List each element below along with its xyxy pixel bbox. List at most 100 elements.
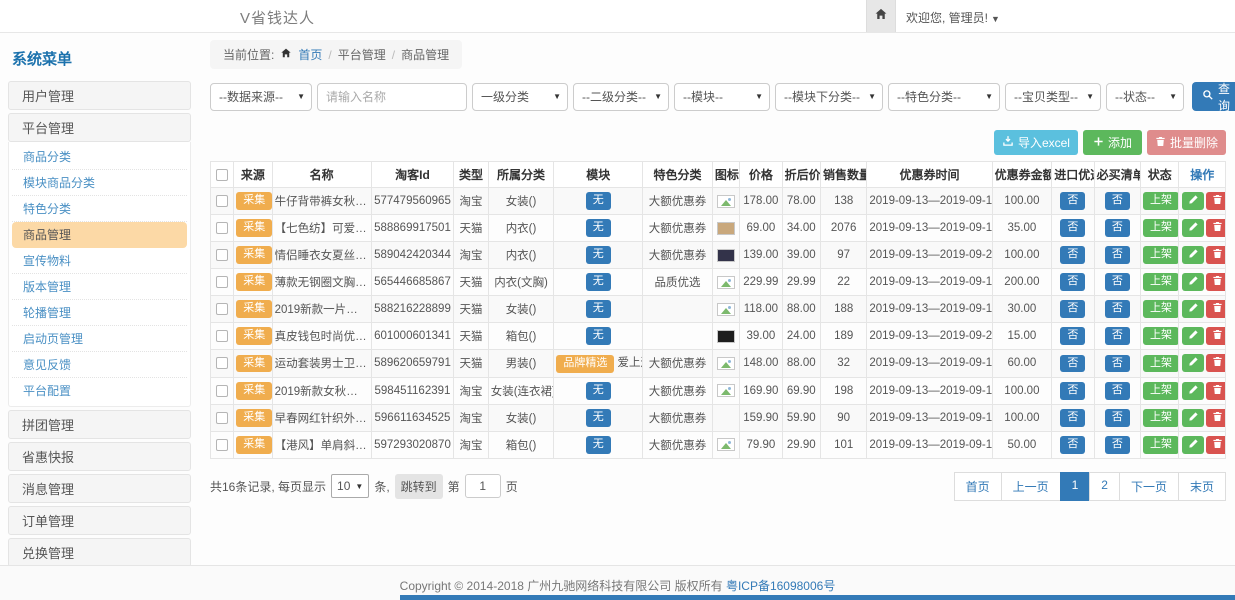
filter-select[interactable]: --模块--▼ [674,83,770,111]
sidebar-item[interactable]: 宣传物料 [12,248,187,274]
sidebar-group[interactable]: 拼团管理 [8,410,191,439]
delete-button[interactable] [1206,436,1225,454]
must-buy-badge[interactable]: 否 [1105,246,1130,264]
sidebar-item[interactable]: 轮播管理 [12,300,187,326]
row-checkbox[interactable] [216,222,228,234]
sidebar-item[interactable]: 意见反馈 [12,352,187,378]
page-button[interactable]: 首页 [954,472,1002,501]
delete-button[interactable] [1206,327,1225,345]
add-button[interactable]: 添加 [1083,130,1142,155]
import-select-badge[interactable]: 否 [1060,409,1085,427]
delete-button[interactable] [1206,354,1225,372]
import-select-badge[interactable]: 否 [1060,246,1085,264]
delete-button[interactable] [1206,246,1225,264]
status-badge[interactable]: 上架 [1143,355,1179,373]
filter-select[interactable]: --二级分类--▼ [573,83,669,111]
filter-select[interactable]: 一级分类▼ [472,83,568,111]
must-buy-badge[interactable]: 否 [1105,327,1130,345]
delete-button[interactable] [1206,192,1225,210]
query-button[interactable]: 查询 [1192,82,1235,111]
edit-button[interactable] [1182,382,1204,400]
jump-button[interactable]: 跳转到 [395,474,443,499]
edit-button[interactable] [1182,436,1204,454]
bottom-scrollbar[interactable] [400,595,1235,600]
select-all-checkbox[interactable] [216,169,228,181]
sidebar-item[interactable]: 启动页管理 [12,326,187,352]
status-badge[interactable]: 上架 [1143,436,1179,454]
page-button[interactable]: 下一页 [1119,472,1179,501]
per-page-select[interactable]: 10▼ [331,474,369,498]
filter-select[interactable]: --特色分类--▼ [888,83,1000,111]
row-checkbox[interactable] [216,249,228,261]
sidebar-item[interactable]: 版本管理 [12,274,187,300]
must-buy-badge[interactable]: 否 [1105,409,1130,427]
header-home-button[interactable] [866,0,896,32]
status-badge[interactable]: 上架 [1143,382,1179,400]
status-badge[interactable]: 上架 [1143,246,1179,264]
row-checkbox[interactable] [216,357,228,369]
sidebar-group[interactable]: 兑换管理 [8,538,191,567]
row-checkbox[interactable] [216,385,228,397]
delete-button[interactable] [1206,300,1225,318]
import-select-badge[interactable]: 否 [1060,192,1085,210]
jump-page-input[interactable] [465,474,501,498]
delete-button[interactable] [1206,219,1225,237]
icp-link[interactable]: 粤ICP备16098006号 [726,579,835,593]
row-checkbox[interactable] [216,412,228,424]
status-badge[interactable]: 上架 [1143,219,1179,237]
edit-button[interactable] [1182,409,1204,427]
row-checkbox[interactable] [216,276,228,288]
delete-button[interactable] [1206,273,1225,291]
status-badge[interactable]: 上架 [1143,327,1179,345]
must-buy-badge[interactable]: 否 [1105,192,1130,210]
sidebar-item[interactable]: 商品分类 [12,144,187,170]
edit-button[interactable] [1182,354,1204,372]
sidebar-group[interactable]: 订单管理 [8,506,191,535]
must-buy-badge[interactable]: 否 [1105,355,1130,373]
name-search-input[interactable] [317,83,467,111]
edit-button[interactable] [1182,327,1204,345]
page-button[interactable]: 上一页 [1001,472,1061,501]
breadcrumb-home-link[interactable]: 首页 [298,46,322,63]
status-badge[interactable]: 上架 [1143,273,1179,291]
must-buy-badge[interactable]: 否 [1105,382,1130,400]
sidebar-group[interactable]: 省惠快报 [8,442,191,471]
sidebar-group[interactable]: 用户管理 [8,81,191,110]
filter-select[interactable]: --状态--▼ [1106,83,1184,111]
delete-button[interactable] [1206,382,1225,400]
sidebar-group[interactable]: 平台管理 [8,113,191,142]
edit-button[interactable] [1182,219,1204,237]
edit-button[interactable] [1182,300,1204,318]
status-badge[interactable]: 上架 [1143,300,1179,318]
sidebar-item[interactable]: 特色分类 [12,196,187,222]
page-button[interactable]: 2 [1089,472,1120,501]
row-checkbox[interactable] [216,330,228,342]
sidebar-item[interactable]: 平台配置 [12,378,187,404]
must-buy-badge[interactable]: 否 [1105,219,1130,237]
must-buy-badge[interactable]: 否 [1105,300,1130,318]
sidebar-group[interactable]: 消息管理 [8,474,191,503]
row-checkbox[interactable] [216,303,228,315]
user-menu[interactable]: 欢迎您, 管理员!▼ [906,9,1000,26]
must-buy-badge[interactable]: 否 [1105,436,1130,454]
delete-button[interactable] [1206,409,1225,427]
batch-delete-button[interactable]: 批量删除 [1147,130,1226,155]
row-checkbox[interactable] [216,195,228,207]
edit-button[interactable] [1182,273,1204,291]
page-button[interactable]: 1 [1060,472,1091,501]
import-select-badge[interactable]: 否 [1060,300,1085,318]
row-checkbox[interactable] [216,439,228,451]
status-badge[interactable]: 上架 [1143,409,1179,427]
import-select-badge[interactable]: 否 [1060,273,1085,291]
import-excel-button[interactable]: 导入excel [994,130,1078,155]
sidebar-item[interactable]: 商品管理 [12,222,187,248]
edit-button[interactable] [1182,192,1204,210]
import-select-badge[interactable]: 否 [1060,327,1085,345]
edit-button[interactable] [1182,246,1204,264]
import-select-badge[interactable]: 否 [1060,219,1085,237]
import-select-badge[interactable]: 否 [1060,355,1085,373]
page-button[interactable]: 末页 [1178,472,1226,501]
sidebar-item[interactable]: 模块商品分类 [12,170,187,196]
import-select-badge[interactable]: 否 [1060,382,1085,400]
filter-select[interactable]: --模块下分类--▼ [775,83,883,111]
